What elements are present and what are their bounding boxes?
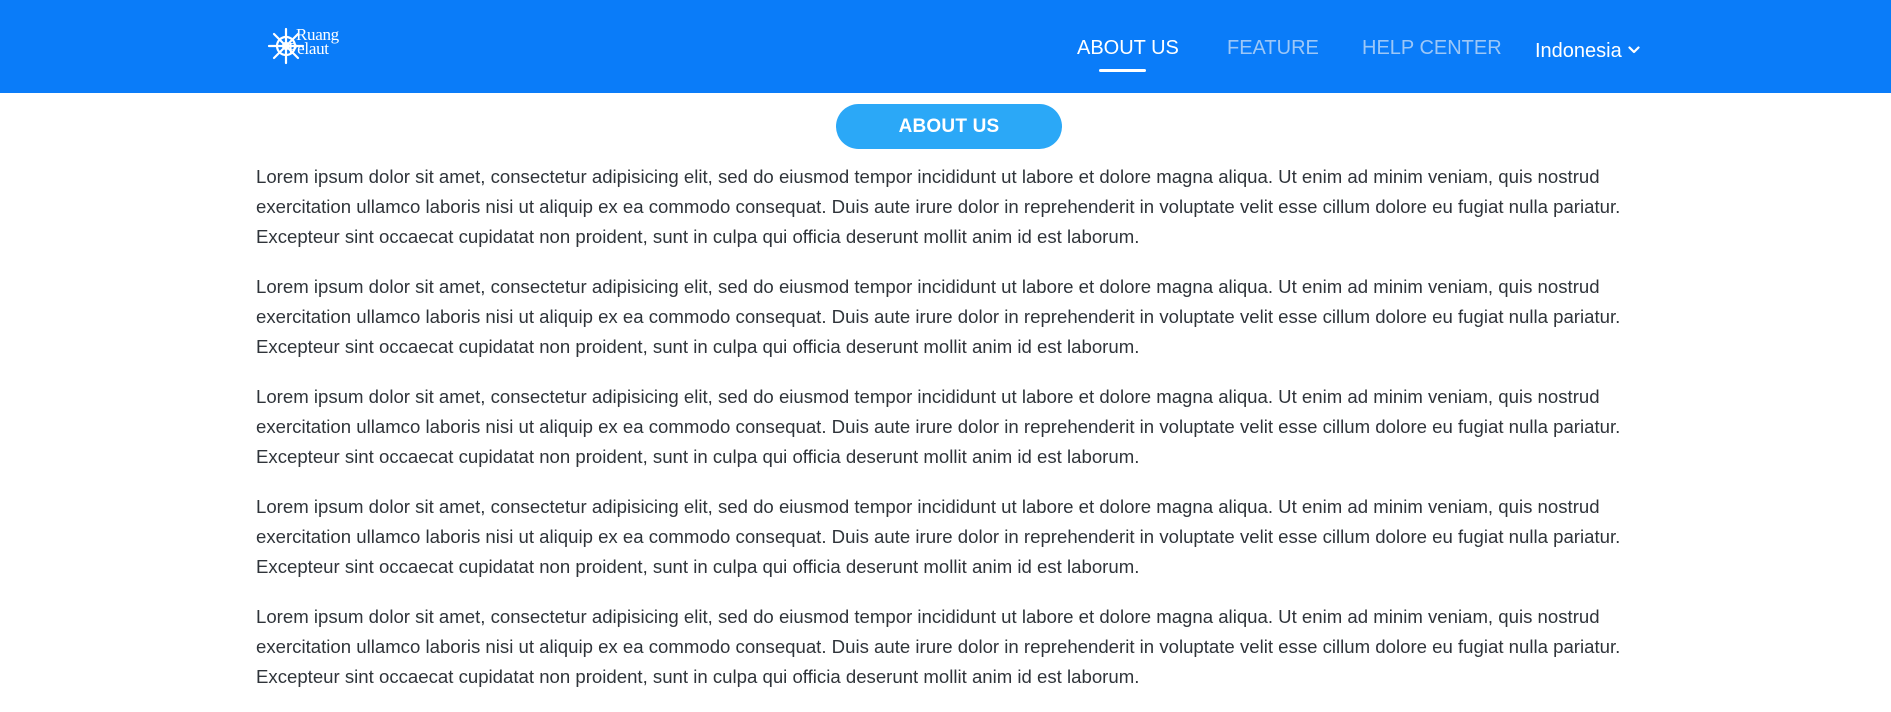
chevron-down-icon: [1628, 36, 1640, 60]
about-content: Lorem ipsum dolor sit amet, consectetur …: [256, 162, 1646, 712]
language-select[interactable]: Indonesia: [1535, 36, 1640, 63]
active-nav-indicator: [1099, 69, 1146, 72]
top-navbar: Ruang Pelaut ABOUT US FEATURE HELP CENTE…: [0, 0, 1891, 93]
paragraph-2: Lorem ipsum dolor sit amet, consectetur …: [256, 276, 1621, 357]
ruang-pelaut-logo[interactable]: Ruang Pelaut: [266, 26, 372, 66]
paragraph-4: Lorem ipsum dolor sit amet, consectetur …: [256, 496, 1621, 577]
paragraph-5: Lorem ipsum dolor sit amet, consectetur …: [256, 606, 1621, 687]
nav-feature[interactable]: FEATURE: [1227, 36, 1319, 60]
about-us-section-title: ABOUT US: [836, 104, 1062, 149]
nav-help-center[interactable]: HELP CENTER: [1362, 36, 1502, 60]
paragraph-3: Lorem ipsum dolor sit amet, consectetur …: [256, 386, 1621, 467]
paragraph-1: Lorem ipsum dolor sit amet, consectetur …: [256, 166, 1621, 247]
language-label: Indonesia: [1535, 40, 1622, 62]
logo-text-line2: Pelaut: [288, 39, 329, 58]
nav-about-us[interactable]: ABOUT US: [1077, 36, 1179, 60]
